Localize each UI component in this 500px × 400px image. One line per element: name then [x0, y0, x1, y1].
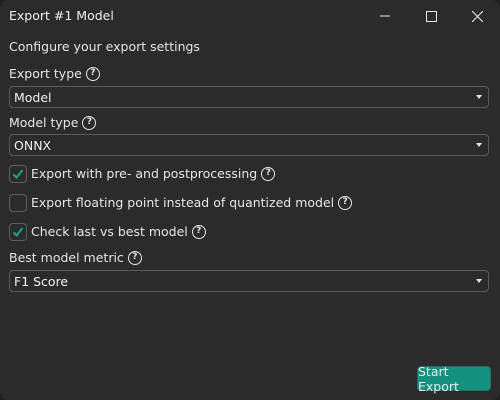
help-icon[interactable]: ?	[338, 195, 353, 210]
close-button[interactable]	[454, 0, 500, 32]
best-metric-value: F1 Score	[14, 273, 69, 289]
chevron-down-icon	[476, 279, 482, 283]
start-export-button[interactable]: Start Export	[417, 364, 491, 394]
export-type-select[interactable]: Model	[9, 86, 489, 108]
checkbox-pre-postprocessing[interactable]	[9, 165, 27, 183]
checkbox-label-last-vs-best[interactable]: Check last vs best model ?	[31, 224, 206, 239]
maximize-button[interactable]	[408, 0, 454, 32]
export-type-value: Model	[14, 89, 52, 105]
minimize-icon	[380, 15, 390, 17]
minimize-button[interactable]	[362, 0, 408, 32]
best-metric-select[interactable]: F1 Score	[9, 270, 489, 292]
export-dialog: Export #1 Model Configure your export se…	[0, 0, 500, 400]
window-title: Export #1 Model	[9, 8, 114, 23]
help-icon[interactable]: ?	[82, 115, 97, 130]
model-type-text: Model type	[9, 115, 79, 130]
help-icon[interactable]: ?	[85, 66, 100, 81]
checkbox-text: Export floating point instead of quantiz…	[31, 195, 335, 210]
checkbox-floating-point[interactable]	[9, 194, 27, 212]
chevron-down-icon	[476, 143, 482, 147]
checkmark-icon	[12, 227, 24, 237]
export-type-text: Export type	[9, 66, 82, 81]
close-icon	[471, 10, 483, 22]
model-type-value: ONNX	[14, 137, 52, 153]
intro-text: Configure your export settings	[9, 39, 200, 54]
model-type-label: Model type ?	[9, 115, 97, 130]
checkbox-label-floating-point[interactable]: Export floating point instead of quantiz…	[31, 195, 353, 210]
best-metric-text: Best model metric	[9, 250, 124, 265]
intro-label: Configure your export settings	[9, 39, 200, 54]
title-bar: Export #1 Model	[0, 0, 500, 32]
help-icon[interactable]: ?	[191, 224, 206, 239]
model-type-select[interactable]: ONNX	[9, 134, 489, 156]
help-icon[interactable]: ?	[127, 250, 142, 265]
help-icon[interactable]: ?	[261, 166, 276, 181]
checkmark-icon	[12, 169, 24, 179]
checkbox-last-vs-best[interactable]	[9, 223, 27, 241]
best-metric-label: Best model metric ?	[9, 250, 142, 265]
export-type-label: Export type ?	[9, 66, 100, 81]
maximize-icon	[425, 10, 437, 22]
chevron-down-icon	[476, 95, 482, 99]
checkbox-text: Check last vs best model	[31, 224, 188, 239]
checkbox-text: Export with pre- and postprocessing	[31, 166, 258, 181]
checkbox-label-pre-postprocessing[interactable]: Export with pre- and postprocessing ?	[31, 166, 276, 181]
